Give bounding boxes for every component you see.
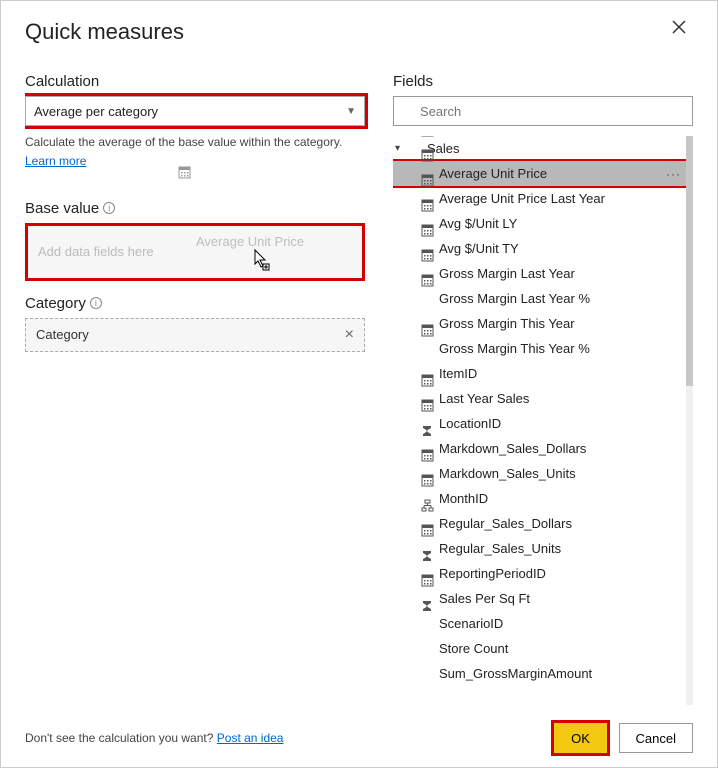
field-item[interactable]: MonthID — [393, 486, 693, 511]
field-label: Gross Margin Last Year % — [439, 291, 590, 306]
field-label: Average Unit Price — [439, 166, 547, 181]
field-label: Sales Per Sq Ft — [439, 591, 530, 606]
dialog-header: Quick measures — [25, 19, 693, 45]
close-button[interactable] — [671, 19, 693, 41]
more-icon[interactable]: ··· — [666, 167, 681, 181]
base-value-section: Base value i Add data fields here Averag… — [25, 200, 365, 281]
category-section: Category i Category × — [25, 295, 365, 352]
field-label: Last Year Sales — [439, 391, 529, 406]
cursor-icon — [253, 248, 273, 275]
field-item[interactable]: Avg $/Unit LY — [393, 211, 693, 236]
field-label: Markdown_Sales_Units — [439, 466, 576, 481]
field-item[interactable]: Markdown_Sales_Units — [393, 461, 693, 486]
field-item[interactable]: ReportingPeriodID — [393, 561, 693, 586]
field-item[interactable]: Sales Per Sq Ft — [393, 586, 693, 611]
field-item[interactable]: Gross Margin Last Year % — [393, 286, 693, 311]
ok-button[interactable]: OK — [554, 723, 607, 753]
table-node-sales[interactable]: ▾ Sales — [393, 136, 693, 161]
field-item[interactable]: Regular_Sales_Dollars — [393, 511, 693, 536]
field-item[interactable]: Last Year Sales — [393, 386, 693, 411]
calculation-help: Calculate the average of the base value … — [25, 134, 365, 170]
field-label: Avg $/Unit TY — [439, 241, 519, 256]
dialog-body: Calculation Average per category ▼ Calcu… — [25, 73, 693, 705]
field-label: Gross Margin This Year % — [439, 341, 590, 356]
calculation-value: Average per category — [34, 104, 158, 119]
field-item[interactable]: Gross Margin Last Year — [393, 261, 693, 286]
field-item[interactable]: Avg $/Unit TY — [393, 236, 693, 261]
footer-buttons: OK Cancel — [554, 723, 693, 753]
field-item[interactable]: Average Unit Price Last Year — [393, 186, 693, 211]
search-input[interactable] — [420, 104, 686, 119]
chevron-down-icon: ▾ — [395, 143, 405, 154]
ok-highlight: OK — [554, 723, 607, 753]
info-icon[interactable]: i — [103, 202, 115, 214]
category-chip-label: Category — [36, 327, 89, 342]
remove-category-button[interactable]: × — [345, 326, 354, 344]
post-idea-link[interactable]: Post an idea — [217, 731, 284, 745]
info-icon[interactable]: i — [90, 297, 102, 309]
category-chip[interactable]: Category × — [25, 318, 365, 352]
field-item[interactable]: Markdown_Sales_Dollars — [393, 436, 693, 461]
field-label: ScenarioID — [439, 616, 503, 631]
dialog-footer: Don't see the calculation you want? Post… — [25, 713, 693, 753]
footer-prompt: Don't see the calculation you want? Post… — [25, 731, 283, 745]
field-label: Avg $/Unit LY — [439, 216, 517, 231]
field-item[interactable]: ItemID — [393, 361, 693, 386]
field-label: ReportingPeriodID — [439, 566, 546, 581]
scrollbar-thumb[interactable] — [686, 136, 693, 386]
fields-panel: Fields ▾ Sales Average Unit Price···Aver… — [393, 73, 693, 705]
calc-icon — [178, 234, 192, 248]
field-label: Regular_Sales_Units — [439, 541, 561, 556]
calculation-dropdown[interactable]: Average per category ▼ — [25, 96, 365, 126]
chevron-down-icon: ▼ — [346, 106, 356, 117]
field-label: MonthID — [439, 491, 488, 506]
category-label: Category i — [25, 295, 365, 312]
field-item[interactable]: ScenarioID — [393, 611, 693, 636]
drag-ghost: Average Unit Price — [178, 234, 304, 249]
quick-measures-dialog: Quick measures Calculation Average per c… — [0, 0, 718, 768]
base-value-dropzone[interactable]: Add data fields here Average Unit Price — [25, 223, 365, 281]
field-label: Average Unit Price Last Year — [439, 191, 605, 206]
field-item[interactable]: Regular_Sales_Units — [393, 536, 693, 561]
field-label: ItemID — [439, 366, 477, 381]
close-icon — [671, 19, 689, 37]
field-item[interactable]: Gross Margin This Year % — [393, 336, 693, 361]
field-label: Gross Margin Last Year — [439, 266, 575, 281]
cancel-button[interactable]: Cancel — [619, 723, 693, 753]
field-label: Regular_Sales_Dollars — [439, 516, 572, 531]
field-item[interactable]: Sum_GrossMarginAmount — [393, 661, 693, 686]
search-box[interactable] — [393, 96, 693, 126]
field-item[interactable]: Store Count — [393, 636, 693, 661]
calculation-label: Calculation — [25, 73, 365, 90]
base-value-label: Base value i — [25, 200, 365, 217]
sigma-icon — [421, 667, 435, 681]
dialog-title: Quick measures — [25, 19, 184, 45]
field-label: Sum_GrossMarginAmount — [439, 666, 592, 681]
fields-label: Fields — [393, 73, 693, 90]
field-item[interactable]: LocationID — [393, 411, 693, 436]
fields-tree[interactable]: ▾ Sales Average Unit Price···Average Uni… — [393, 136, 693, 705]
dropzone-placeholder: Add data fields here — [38, 244, 154, 259]
field-label: LocationID — [439, 416, 501, 431]
search-icon — [400, 104, 414, 118]
learn-more-link[interactable]: Learn more — [25, 153, 86, 170]
field-item[interactable]: Average Unit Price ··· — [393, 161, 693, 186]
field-label: Markdown_Sales_Dollars — [439, 441, 586, 456]
field-label: Gross Margin This Year — [439, 316, 575, 331]
field-label: Store Count — [439, 641, 508, 656]
left-panel: Calculation Average per category ▼ Calcu… — [25, 73, 365, 705]
field-item[interactable]: Gross Margin This Year — [393, 311, 693, 336]
